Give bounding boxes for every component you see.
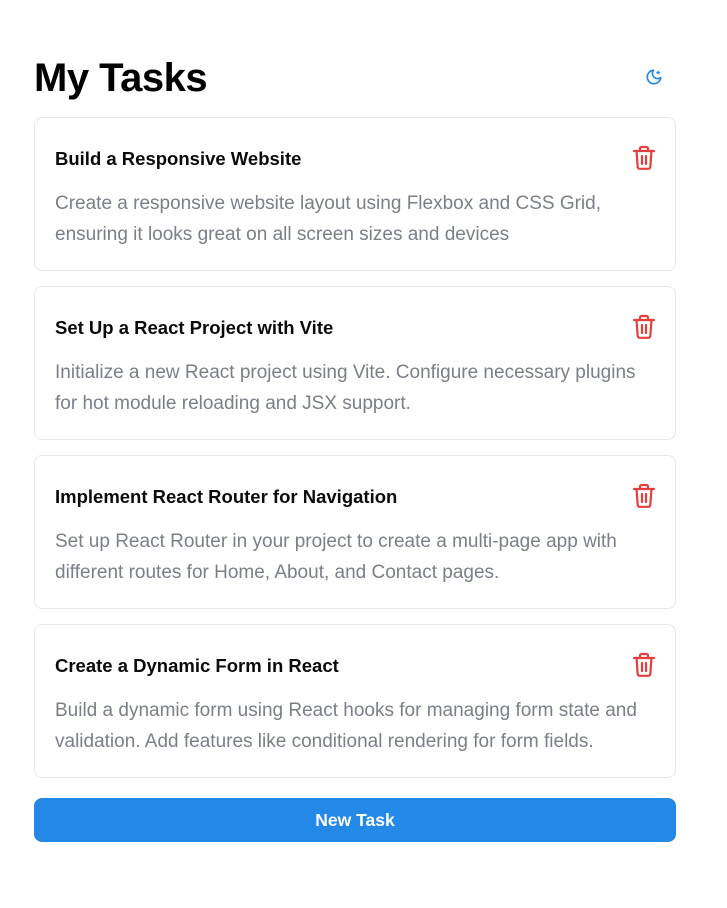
task-card: Implement React Router for Navigation Se… [34, 455, 676, 609]
header: My Tasks [34, 52, 676, 104]
new-task-button[interactable]: New Task [34, 798, 676, 842]
task-title: Implement React Router for Navigation [55, 486, 398, 507]
task-description: Create a responsive website layout using… [55, 193, 601, 245]
task-list: Build a Responsive Website Create a resp… [34, 117, 676, 778]
trash-icon [632, 652, 656, 681]
page-title: My Tasks [34, 56, 208, 100]
task-title: Set Up a React Project with Vite [55, 317, 334, 338]
task-title: Create a Dynamic Form in React [55, 655, 339, 676]
delete-task-button[interactable] [629, 482, 659, 512]
task-header: Create a Dynamic Form in React [55, 651, 656, 681]
task-app: My Tasks Build a Responsive Website Crea… [34, 52, 676, 842]
task-header: Build a Responsive Website [55, 144, 656, 174]
trash-icon [632, 145, 656, 174]
task-description: Set up React Router in your project to c… [55, 531, 617, 583]
delete-task-button[interactable] [629, 313, 659, 343]
task-description: Initialize a new React project using Vit… [55, 362, 636, 414]
delete-task-button[interactable] [629, 651, 659, 681]
moon-icon [645, 68, 663, 89]
task-title: Build a Responsive Website [55, 148, 302, 169]
trash-icon [632, 483, 656, 512]
trash-icon [632, 314, 656, 343]
task-card: Create a Dynamic Form in React Build a d… [34, 624, 676, 778]
delete-task-button[interactable] [629, 144, 659, 174]
task-card: Build a Responsive Website Create a resp… [34, 117, 676, 271]
task-description: Build a dynamic form using React hooks f… [55, 700, 637, 752]
task-card: Set Up a React Project with Vite Initial… [34, 286, 676, 440]
task-header: Implement React Router for Navigation [55, 482, 656, 512]
theme-toggle-button[interactable] [638, 62, 670, 94]
task-header: Set Up a React Project with Vite [55, 313, 656, 343]
